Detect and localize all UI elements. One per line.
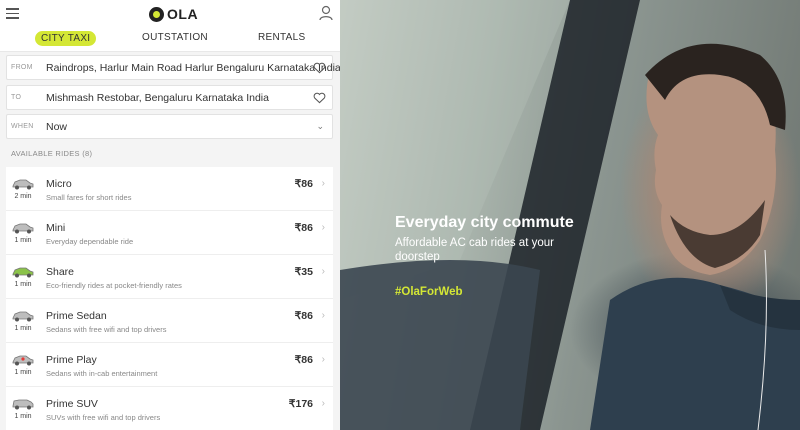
ride-option-prime-sedan[interactable]: 1 min Prime Sedan Sedans with free wifi … [6, 299, 333, 343]
tab-rentals[interactable]: RENTALS [258, 32, 305, 43]
ride-option-prime-suv[interactable]: 1 min Prime SUV SUVs with free wifi and … [6, 387, 333, 430]
ride-option-prime-play[interactable]: 1 min Prime Play Sedans with in-cab ente… [6, 343, 333, 387]
ride-price: ₹35 [294, 266, 313, 278]
hero-subtitle: Affordable AC cab rides at your doorstep [395, 237, 554, 263]
chevron-right-icon: › [321, 354, 325, 365]
chevron-right-icon: › [321, 266, 325, 277]
car-icon [12, 355, 34, 366]
car-icon [12, 223, 34, 234]
ride-description: Small fares for short rides [46, 193, 132, 202]
ride-description: Eco-friendly rides at pocket-friendly ra… [46, 281, 182, 290]
ride-description: SUVs with free wifi and top drivers [46, 413, 161, 422]
when-label: WHEN [11, 123, 34, 130]
from-label: FROM [11, 64, 33, 71]
ride-name: Mini [46, 222, 66, 234]
ride-eta: 2 min [14, 193, 32, 200]
ride-eta: 1 min [14, 369, 32, 376]
brand-name: OLA [167, 6, 199, 22]
tab-city-taxi[interactable]: CITY TAXI [35, 31, 97, 46]
car-icon [12, 311, 34, 322]
ride-eta: 1 min [14, 413, 32, 420]
when-value[interactable]: Now [46, 121, 67, 133]
car-icon [12, 399, 34, 410]
ride-description: Sedans with in-cab entertainment [46, 369, 158, 378]
ride-price: ₹86 [294, 222, 313, 234]
ride-price: ₹86 [294, 178, 313, 190]
ride-option-mini[interactable]: 1 min Mini Everyday dependable ride ₹86 … [6, 211, 333, 255]
ride-name: Prime Play [46, 354, 97, 366]
chevron-down-icon[interactable]: ⌄ [316, 121, 324, 132]
to-field[interactable]: TO Mishmash Restobar, Bengaluru Karnatak… [6, 85, 333, 110]
car-icon [12, 267, 34, 278]
from-value[interactable]: Raindrops, Harlur Main Road Harlur Benga… [46, 62, 340, 74]
from-field[interactable]: FROM Raindrops, Harlur Main Road Harlur … [6, 55, 340, 80]
ride-eta: 1 min [14, 237, 32, 244]
car-icon [12, 179, 34, 190]
service-tabs: CITY TAXI OUTSTATION RENTALS [0, 26, 340, 52]
ride-price: ₹176 [288, 398, 313, 410]
booking-panel: OLA CITY TAXI OUTSTATION RENTALS FROM Ra… [0, 0, 340, 430]
chevron-right-icon: › [321, 178, 325, 189]
tab-outstation[interactable]: OUTSTATION [142, 32, 208, 43]
favorite-to-icon[interactable] [313, 92, 326, 104]
ride-option-micro[interactable]: 2 min Micro Small fares for short rides … [6, 167, 333, 211]
ride-eta: 1 min [14, 325, 32, 332]
ride-option-share[interactable]: 1 min Share Eco-friendly rides at pocket… [6, 255, 333, 299]
user-icon[interactable] [319, 5, 333, 21]
chevron-right-icon: › [321, 310, 325, 321]
ride-price: ₹86 [294, 354, 313, 366]
ride-name: Prime Sedan [46, 310, 107, 322]
ride-list: 2 min Micro Small fares for short rides … [6, 167, 333, 430]
ride-name: Prime SUV [46, 398, 98, 410]
ola-logo[interactable]: OLA [149, 5, 198, 23]
ride-name: Share [46, 266, 75, 278]
chevron-right-icon: › [321, 222, 325, 233]
available-rides-label: AVAILABLE RIDES (8) [11, 149, 93, 158]
top-bar: OLA [0, 0, 340, 26]
to-value[interactable]: Mishmash Restobar, Bengaluru Karnataka I… [46, 92, 269, 104]
ride-description: Everyday dependable ride [46, 237, 134, 246]
to-label: TO [11, 94, 22, 101]
ride-name: Micro [46, 178, 72, 190]
hero-title: Everyday city commute [395, 214, 574, 231]
menu-icon[interactable] [6, 8, 19, 19]
ride-price: ₹86 [294, 310, 313, 322]
ride-description: Sedans with free wifi and top drivers [46, 325, 167, 334]
favorite-from-icon[interactable] [313, 62, 326, 74]
hero-banner: Everyday city commute Affordable AC cab … [340, 0, 800, 430]
hero-hashtag: #OlaForWeb [395, 286, 463, 298]
ola-logo-icon [149, 6, 164, 22]
chevron-right-icon: › [321, 398, 325, 409]
when-field[interactable]: WHEN Now ⌄ [6, 114, 333, 139]
ride-eta: 1 min [14, 281, 32, 288]
